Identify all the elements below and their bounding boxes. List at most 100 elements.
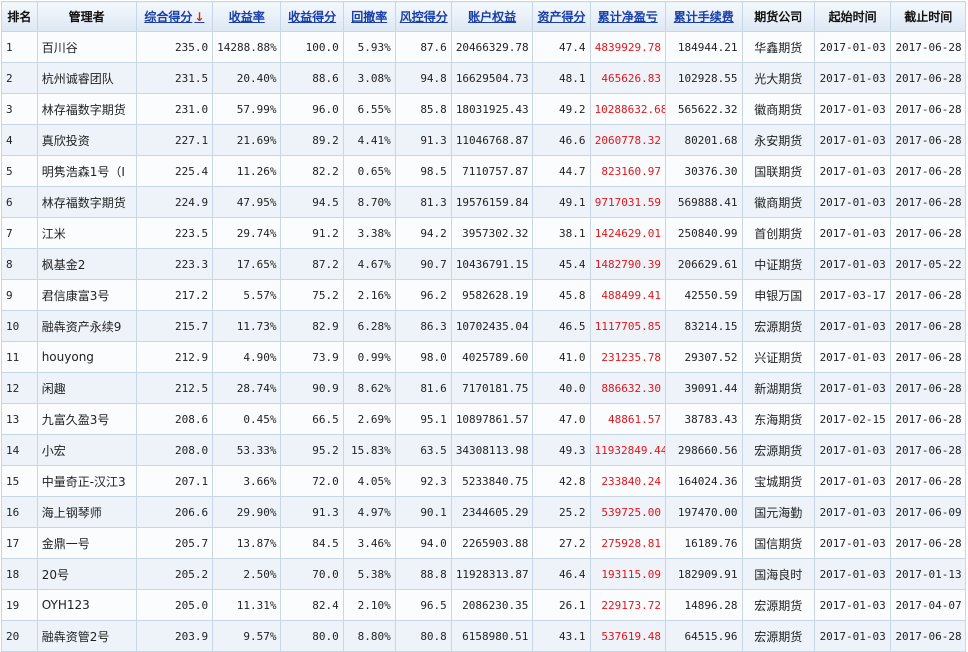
cell-score: 224.9 <box>135 186 214 218</box>
cell-rank: 15 <box>1 465 38 497</box>
table-row[interactable]: 1 百川谷 235.0 14288.88% 100.0 5.93% 87.6 20466329… <box>1 31 966 63</box>
table-row[interactable]: 11 houyong 212.9 4.90% 73.9 0.99% 98.0 4025789.… <box>1 341 966 373</box>
table-row[interactable]: 17 金鼎一号 205.7 13.87% 84.5 3.46% 94.0 2265903.88… <box>1 527 966 559</box>
cell-drawdown: 6.55% <box>342 93 396 125</box>
cell-asset-score: 43.1 <box>532 620 591 652</box>
cell-equity: 2086230.35 <box>450 589 534 621</box>
cell-score: 206.6 <box>135 496 214 528</box>
cell-company: 国联期货 <box>741 155 815 187</box>
table-row[interactable]: 7 江米 223.5 29.74% 91.2 3.38% 94.2 3957302.32 38.… <box>1 217 966 249</box>
cell-return-score: 89.2 <box>280 124 344 156</box>
cell-manager[interactable]: houyong <box>36 341 137 373</box>
cell-manager[interactable]: 小宏 <box>36 434 137 466</box>
table-row[interactable]: 3 林存福数字期货 231.0 57.99% 96.0 6.55% 85.8 18031925… <box>1 93 966 125</box>
cell-manager[interactable]: OYH123 <box>36 589 137 621</box>
table-row[interactable]: 8 枫基金2 223.3 17.65% 87.2 4.67% 90.7 10436791.15… <box>1 248 966 280</box>
cell-manager[interactable]: 中量奇正-汉江3 <box>36 465 137 497</box>
cell-score: 208.6 <box>135 403 214 435</box>
table-row[interactable]: 12 闲趣 212.5 28.74% 90.9 8.62% 81.6 7170181.75 40… <box>1 372 966 404</box>
cell-manager[interactable]: 百川谷 <box>36 31 137 63</box>
cell-return-score: 66.5 <box>280 403 344 435</box>
cell-score: 203.9 <box>135 620 214 652</box>
cell-asset-score: 26.1 <box>532 589 591 621</box>
cell-score: 205.0 <box>135 589 214 621</box>
table-row[interactable]: 4 真欣投资 227.1 21.69% 89.2 4.41% 91.3 11046768.87… <box>1 124 966 156</box>
cell-manager[interactable]: 20号 <box>36 558 137 590</box>
cell-start-date: 2017-01-03 <box>813 434 892 466</box>
cell-asset-score: 45.4 <box>532 248 591 280</box>
cell-manager[interactable]: 林存福数字期货 <box>36 93 137 125</box>
cell-start-date: 2017-01-03 <box>813 310 892 342</box>
header-return-score-sort[interactable]: 收益得分 <box>280 1 344 32</box>
cell-manager[interactable]: 金鼎一号 <box>36 527 137 559</box>
header-risk-score-sort[interactable]: 风控得分 <box>394 1 452 32</box>
header-fees-sort[interactable]: 累计手续费 <box>665 1 743 32</box>
cell-manager[interactable]: 融犇资产永续9 <box>36 310 137 342</box>
cell-manager[interactable]: 融犇资管2号 <box>36 620 137 652</box>
table-row[interactable]: 18 20号 205.2 2.50% 70.0 5.38% 88.8 11928313.87 4… <box>1 558 966 590</box>
cell-score: 231.5 <box>135 62 214 94</box>
cell-manager[interactable]: 真欣投资 <box>36 124 137 156</box>
table-row[interactable]: 13 九富久盈3号 208.6 0.45% 66.5 2.69% 95.1 10897861.… <box>1 403 966 435</box>
cell-equity: 2265903.88 <box>450 527 534 559</box>
cell-asset-score: 42.8 <box>532 465 591 497</box>
cell-end-date: 2017-06-28 <box>890 372 966 404</box>
table-row[interactable]: 6 林存福数字期货 224.9 47.95% 94.5 8.70% 81.3 19576159… <box>1 186 966 218</box>
cell-risk-score: 81.3 <box>394 186 452 218</box>
header-return-rate-sort[interactable]: 收益率 <box>212 1 282 32</box>
cell-manager[interactable]: 君信康富3号 <box>36 279 137 311</box>
table-row[interactable]: 9 君信康富3号 217.2 5.57% 75.2 2.16% 96.2 9582628.19… <box>1 279 966 311</box>
table-row[interactable]: 16 海上钢琴师 206.6 29.90% 91.3 4.97% 90.1 2344605.2… <box>1 496 966 528</box>
cell-rank: 11 <box>1 341 38 373</box>
cell-rank: 10 <box>1 310 38 342</box>
header-rank: 排名 <box>1 1 38 32</box>
header-score-sort[interactable]: 综合得分 ↓ <box>135 1 214 32</box>
cell-asset-score: 46.5 <box>532 310 591 342</box>
cell-return-rate: 3.66% <box>212 465 282 497</box>
table-row[interactable]: 20 融犇资管2号 203.9 9.57% 80.0 8.80% 80.8 6158980.5… <box>1 620 966 652</box>
cell-manager[interactable]: 明隽浩森1号（I <box>36 155 137 187</box>
cell-company: 国元海勤 <box>741 496 815 528</box>
header-asset-score-sort[interactable]: 资产得分 <box>532 1 591 32</box>
cell-net-profit: 233840.24 <box>589 465 667 497</box>
header-drawdown-sort[interactable]: 回撤率 <box>342 1 396 32</box>
cell-drawdown: 8.80% <box>342 620 396 652</box>
cell-equity: 7170181.75 <box>450 372 534 404</box>
cell-return-rate: 11.31% <box>212 589 282 621</box>
cell-risk-score: 63.5 <box>394 434 452 466</box>
cell-asset-score: 46.4 <box>532 558 591 590</box>
cell-fees: 39091.44 <box>665 372 743 404</box>
cell-manager[interactable]: 林存福数字期货 <box>36 186 137 218</box>
cell-equity: 18031925.43 <box>450 93 534 125</box>
cell-manager[interactable]: 九富久盈3号 <box>36 403 137 435</box>
cell-return-score: 94.5 <box>280 186 344 218</box>
cell-risk-score: 96.2 <box>394 279 452 311</box>
table-row[interactable]: 5 明隽浩森1号（I 225.4 11.26% 82.2 0.65% 98.5 7110757… <box>1 155 966 187</box>
cell-manager[interactable]: 江米 <box>36 217 137 249</box>
cell-start-date: 2017-01-03 <box>813 620 892 652</box>
cell-start-date: 2017-01-03 <box>813 155 892 187</box>
cell-manager[interactable]: 闲趣 <box>36 372 137 404</box>
cell-return-score: 82.2 <box>280 155 344 187</box>
cell-manager[interactable]: 枫基金2 <box>36 248 137 280</box>
cell-rank: 12 <box>1 372 38 404</box>
cell-manager[interactable]: 杭州诚睿团队 <box>36 62 137 94</box>
table-row[interactable]: 10 融犇资产永续9 215.7 11.73% 82.9 6.28% 86.3 1070243… <box>1 310 966 342</box>
cell-company: 申银万国 <box>741 279 815 311</box>
sort-down-arrow-icon: ↓ <box>194 10 205 24</box>
cell-drawdown: 6.28% <box>342 310 396 342</box>
table-row[interactable]: 15 中量奇正-汉江3 207.1 3.66% 72.0 4.05% 92.3 5233840… <box>1 465 966 497</box>
header-net-profit-sort[interactable]: 累计净盈亏 <box>589 1 667 32</box>
cell-start-date: 2017-03-17 <box>813 279 892 311</box>
cell-end-date: 2017-06-28 <box>890 465 966 497</box>
table-row[interactable]: 19 OYH123 205.0 11.31% 82.4 2.10% 96.5 2086230.… <box>1 589 966 621</box>
cell-risk-score: 95.1 <box>394 403 452 435</box>
cell-net-profit: 4839929.78 <box>589 31 667 63</box>
cell-company: 宏源期货 <box>741 310 815 342</box>
cell-return-score: 91.2 <box>280 217 344 249</box>
table-row[interactable]: 2 杭州诚睿团队 231.5 20.40% 88.6 3.08% 94.8 16629504.… <box>1 62 966 94</box>
cell-manager[interactable]: 海上钢琴师 <box>36 496 137 528</box>
header-equity-sort[interactable]: 账户权益 <box>450 1 534 32</box>
table-row[interactable]: 14 小宏 208.0 53.33% 95.2 15.83% 63.5 34308113.98… <box>1 434 966 466</box>
cell-fees: 197470.00 <box>665 496 743 528</box>
